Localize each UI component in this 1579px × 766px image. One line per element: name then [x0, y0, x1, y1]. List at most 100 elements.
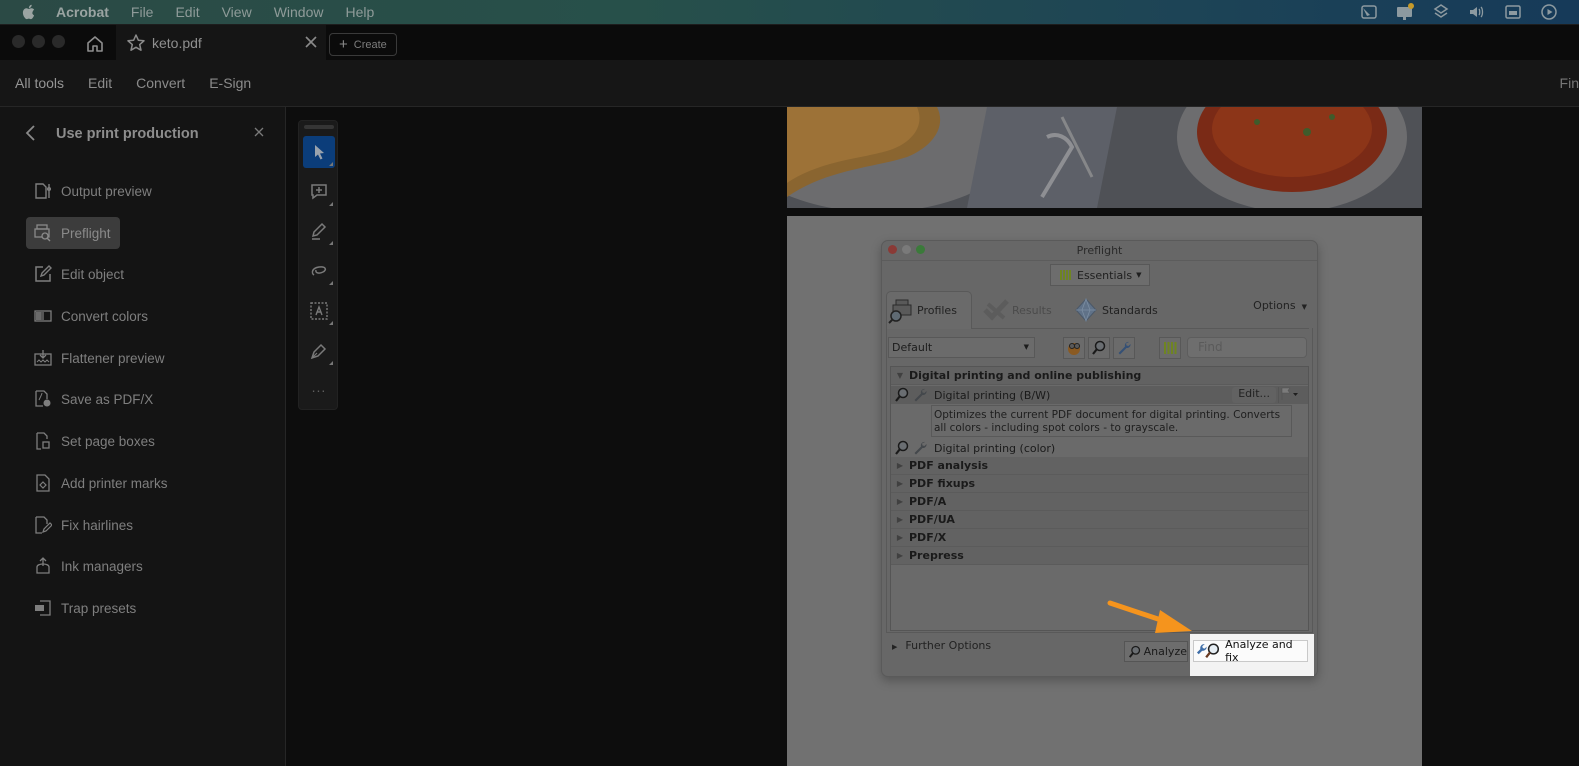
tool-output-preview[interactable]: Output preview — [26, 175, 286, 207]
analyze-fix-label: Analyze and fix — [1225, 638, 1293, 664]
toolbar-esign[interactable]: E-Sign — [209, 75, 251, 91]
tool-fix-hairlines[interactable]: Fix hairlines — [26, 509, 286, 541]
output-preview-icon — [35, 183, 51, 199]
collapsed-triangle-icon[interactable]: ▶ — [891, 479, 909, 488]
group-pdfa[interactable]: ▶ PDF/A — [891, 493, 1308, 511]
document-tab[interactable]: keto.pdf — [116, 25, 326, 61]
library-dropdown[interactable]: Essentials ▼ — [1050, 264, 1150, 286]
window-close-button[interactable] — [12, 35, 25, 48]
tool-add-printer-marks[interactable]: Add printer marks — [26, 467, 286, 499]
window-minimize-button[interactable] — [32, 35, 45, 48]
group-pdfx[interactable]: ▶ PDF/X — [891, 529, 1308, 547]
lasso-tool-button[interactable] — [303, 255, 335, 287]
magnifier-icon — [895, 440, 909, 455]
toolbar-convert[interactable]: Convert — [136, 75, 185, 91]
tool-set-page-boxes[interactable]: Set page boxes — [26, 425, 286, 457]
tool-label: Edit object — [61, 266, 125, 282]
close-panel-icon[interactable] — [254, 127, 264, 137]
close-tab-icon[interactable] — [304, 35, 318, 49]
menu-help[interactable]: Help — [345, 4, 374, 20]
home-icon[interactable] — [84, 33, 106, 55]
wizard-button[interactable] — [1063, 337, 1085, 359]
collapsed-triangle-icon[interactable]: ▶ — [891, 497, 909, 506]
wrench-icon — [914, 388, 927, 402]
tool-label: Fix hairlines — [61, 517, 134, 533]
tab-profiles[interactable]: Profiles — [886, 291, 972, 329]
analyze-and-fix-button[interactable]: Analyze and fix — [1193, 638, 1308, 664]
text-recognition-tool-button[interactable] — [303, 295, 335, 327]
play-circle-icon[interactable] — [1539, 2, 1559, 22]
options-menu[interactable]: Options ▼ — [1253, 299, 1307, 312]
group-pdfua[interactable]: ▶ PDF/UA — [891, 511, 1308, 529]
tool-label: Trap presets — [61, 600, 137, 616]
apple-menu-icon[interactable] — [20, 3, 38, 21]
back-chevron-icon[interactable] — [24, 124, 38, 142]
food-photo — [787, 107, 1422, 208]
flag-dropdown[interactable] — [1278, 387, 1304, 403]
tab-standards[interactable]: Standards — [1072, 291, 1158, 329]
library-filter-button[interactable] — [1159, 337, 1181, 359]
group-label: Digital printing and online publishing — [909, 369, 1142, 382]
expanded-triangle-icon[interactable]: ▼ — [891, 371, 909, 380]
analyze-label: Analyze — [1143, 645, 1187, 658]
group-pdf-analysis[interactable]: ▶ PDF analysis — [891, 457, 1308, 475]
tab-results[interactable]: Results — [982, 291, 1052, 329]
volume-icon[interactable] — [1467, 2, 1487, 22]
collapsed-triangle-icon[interactable]: ▶ — [891, 533, 909, 542]
screen-mirror-icon[interactable] — [1359, 2, 1379, 22]
group-label: PDF/X — [909, 531, 947, 544]
tool-label: Convert colors — [61, 308, 149, 324]
layers-icon[interactable] — [1431, 2, 1451, 22]
collapsed-triangle-icon[interactable]: ▶ — [891, 515, 909, 524]
chevron-down-icon: ▼ — [1301, 303, 1307, 311]
star-icon[interactable] — [126, 33, 146, 53]
profile-row-icons — [894, 387, 934, 403]
collapsed-triangle-icon[interactable]: ▶ — [891, 461, 909, 470]
tool-ink-managers[interactable]: Ink managers — [26, 550, 286, 582]
toolbar-find[interactable]: Fin — [1560, 75, 1579, 91]
group-pdf-fixups[interactable]: ▶ PDF fixups — [891, 475, 1308, 493]
fix-profile-button[interactable] — [1113, 337, 1135, 359]
menu-window[interactable]: Window — [274, 4, 324, 20]
group-label: PDF analysis — [909, 459, 989, 472]
window-zoom-button[interactable] — [52, 35, 65, 48]
toolbar-edit[interactable]: Edit — [88, 75, 112, 91]
panel-title: Use print production — [56, 126, 199, 142]
tool-trap-presets[interactable]: Trap presets — [26, 592, 286, 624]
calendar-icon[interactable] — [1503, 2, 1523, 22]
analyze-profile-button[interactable] — [1088, 337, 1110, 359]
analyze-button[interactable]: Analyze — [1124, 641, 1188, 662]
create-button[interactable]: + Create — [329, 33, 397, 56]
lasso-icon — [311, 266, 327, 276]
tool-save-as-pdfx[interactable]: Save as PDF/X — [26, 383, 286, 415]
drag-handle[interactable] — [304, 125, 334, 129]
menu-app-name[interactable]: Acrobat — [56, 4, 109, 20]
notification-display-icon[interactable] — [1395, 2, 1415, 22]
collapsed-triangle-icon[interactable]: ▶ — [891, 551, 909, 560]
menu-file[interactable]: File — [131, 4, 154, 20]
tool-edit-object[interactable]: Edit object — [26, 258, 286, 290]
tool-preflight[interactable]: Preflight — [26, 217, 120, 249]
fill-sign-tool-button[interactable] — [303, 335, 335, 367]
tool-flattener-preview[interactable]: Flattener preview — [26, 342, 286, 374]
text-box-icon — [310, 302, 328, 320]
select-tool-button[interactable] — [303, 136, 335, 168]
toolbar-all-tools[interactable]: All tools — [15, 75, 64, 91]
group-prepress[interactable]: ▶ Prepress — [891, 547, 1308, 565]
profile-digital-printing-color[interactable]: Digital printing (color) — [891, 439, 1308, 457]
edit-profile-button[interactable]: Edit... — [1232, 387, 1276, 403]
group-digital-printing[interactable]: ▼ Digital printing and online publishing — [891, 367, 1308, 385]
further-options-toggle[interactable]: ▶ Further Options — [892, 639, 991, 652]
find-input[interactable]: Find — [1187, 337, 1307, 358]
draw-tool-button[interactable] — [303, 215, 335, 247]
library-bars-icon — [1060, 270, 1071, 280]
dialog-title: Preflight — [1076, 244, 1123, 257]
menu-edit[interactable]: Edit — [175, 4, 199, 20]
profile-group-select[interactable]: Default ▼ — [888, 337, 1035, 358]
add-comment-tool-button[interactable] — [303, 176, 335, 208]
menu-view[interactable]: View — [222, 4, 252, 20]
library-bars-icon — [1164, 342, 1177, 354]
tool-convert-colors[interactable]: Convert colors — [26, 300, 286, 332]
profile-digital-printing-bw[interactable]: Digital printing (B/W) Edit... — [891, 386, 1308, 404]
more-tools-button[interactable]: ... — [299, 379, 339, 395]
